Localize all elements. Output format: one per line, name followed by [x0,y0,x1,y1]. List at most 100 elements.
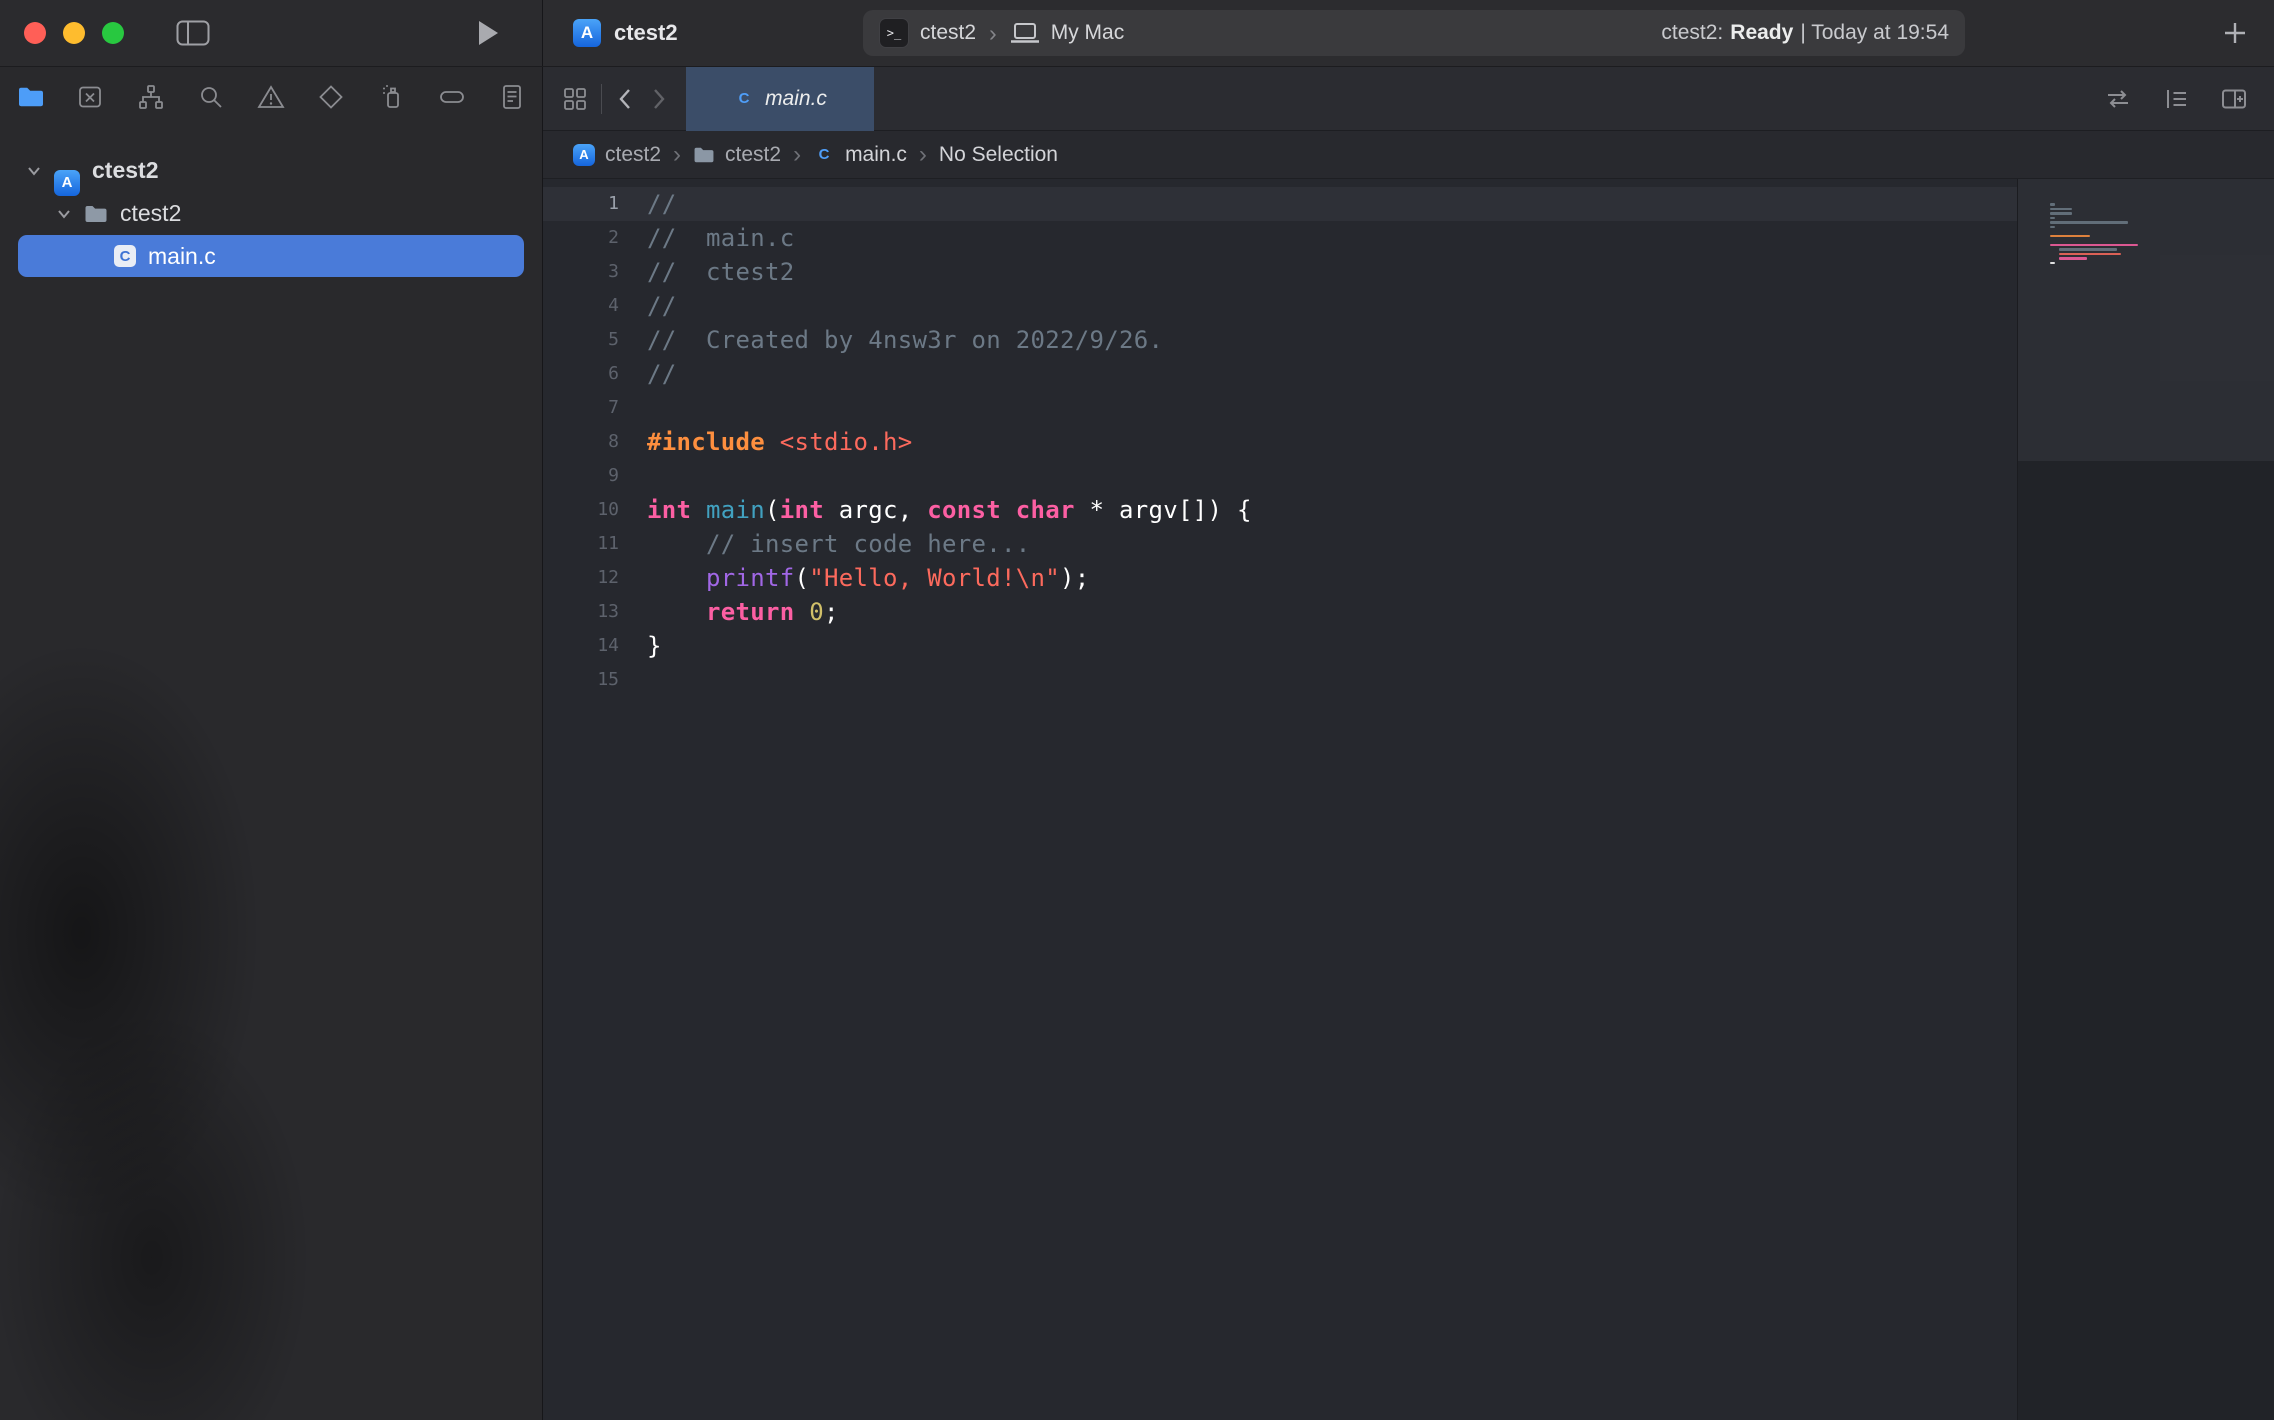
navigator-tab-bar [0,69,542,125]
xcode-project-icon: A [573,19,601,47]
editor-area: 1//2// main.c3// ctest24//5// Created by… [543,179,2274,1420]
breadcrumb-label: ctest2 [725,143,781,167]
source-control-navigator-button[interactable] [73,80,107,114]
close-button[interactable] [24,22,46,44]
disclosure-button[interactable] [26,165,42,177]
code-line[interactable]: 2// main.c [543,221,2017,255]
status-time: | Today at 19:54 [1800,21,1949,45]
activity-status-bar[interactable]: >_ ctest2 › My Mac ctest2: Ready | Today… [863,10,1965,56]
code-text [619,459,647,493]
breadcrumb-item-selection[interactable]: No Selection [939,143,1058,167]
tree-item-label: ctest2 [120,200,181,227]
line-number[interactable]: 15 [543,663,619,697]
code-line[interactable]: 1// [543,187,2017,221]
editor-options-button[interactable] [2162,85,2190,113]
test-navigator-button[interactable] [314,80,348,114]
tab-main-c[interactable]: C main.c [686,67,874,131]
laptop-icon [1010,22,1040,44]
spray-can-icon [378,83,406,111]
code-line[interactable]: 3// ctest2 [543,255,2017,289]
line-number[interactable]: 12 [543,561,619,595]
code-text: // ctest2 [619,255,795,289]
tree-row-project[interactable]: A ctest2 [0,149,542,192]
line-number[interactable]: 13 [543,595,619,629]
source-editor[interactable]: 1//2// main.c3// ctest24//5// Created by… [543,179,2017,1420]
code-text: // [619,357,677,391]
code-line[interactable]: 9 [543,459,2017,493]
go-forward-button[interactable] [648,86,670,112]
code-line[interactable]: 5// Created by 4nsw3r on 2022/9/26. [543,323,2017,357]
related-items-button[interactable] [561,85,589,113]
code-line[interactable]: 13 return 0; [543,595,2017,629]
code-line[interactable]: 12 printf("Hello, World!\n"); [543,561,2017,595]
code-line[interactable]: 14} [543,629,2017,663]
code-line[interactable]: 6// [543,357,2017,391]
build-status[interactable]: ctest2: Ready | Today at 19:54 [1661,21,1949,45]
breakpoint-navigator-button[interactable] [435,80,469,114]
run-button[interactable] [476,19,500,47]
c-file-icon: C [733,88,755,110]
line-number[interactable]: 1 [543,187,619,221]
debug-navigator-button[interactable] [375,80,409,114]
tree-item-label: ctest2 [92,157,158,184]
code-text: // Created by 4nsw3r on 2022/9/26. [619,323,1163,357]
code-text: } [619,629,662,663]
code-text: // [619,289,677,323]
add-editor-icon [2220,85,2248,113]
xcode-window: A ctest2 >_ ctest2 › My Mac ctest2: Read… [0,0,2274,1420]
code-line[interactable]: 11 // insert code here... [543,527,2017,561]
code-text [619,391,647,425]
code-line[interactable]: 15 [543,663,2017,697]
line-number[interactable]: 10 [543,493,619,527]
line-number[interactable]: 8 [543,425,619,459]
add-editor-button[interactable] [2220,85,2248,113]
scheme-selector[interactable]: >_ ctest2 › My Mac [879,18,1124,48]
breadcrumb-item-group[interactable]: ctest2 [693,143,781,167]
line-number[interactable]: 6 [543,357,619,391]
go-back-button[interactable] [614,86,636,112]
status-prefix: ctest2: [1661,21,1723,45]
symbol-navigator-button[interactable] [134,80,168,114]
tree-item-label: main.c [148,243,216,270]
scheme-terminal-icon: >_ [879,18,909,48]
plus-icon [2222,20,2248,46]
line-number[interactable]: 9 [543,459,619,493]
tree-row-file-selected[interactable]: C main.c [18,235,524,277]
code-line[interactable]: 8#include <stdio.h> [543,425,2017,459]
line-number[interactable]: 5 [543,323,619,357]
line-number[interactable]: 7 [543,391,619,425]
line-number[interactable]: 3 [543,255,619,289]
disclosure-button[interactable] [56,208,72,220]
breadcrumb-item-project[interactable]: A ctest2 [573,143,661,167]
library-add-button[interactable] [2222,20,2248,46]
chevron-down-icon [26,165,42,177]
line-number[interactable]: 4 [543,289,619,323]
status-state: Ready [1730,21,1793,45]
diamond-icon [317,83,345,111]
line-number[interactable]: 14 [543,629,619,663]
c-file-icon: C [114,245,136,267]
minimap[interactable] [2017,179,2274,1420]
line-number[interactable]: 11 [543,527,619,561]
minimize-button[interactable] [63,22,85,44]
code-lines: 1//2// main.c3// ctest24//5// Created by… [543,187,2017,697]
find-navigator-button[interactable] [194,80,228,114]
folder-icon [84,204,108,224]
breadcrumb-item-file[interactable]: C main.c [813,143,907,167]
code-line[interactable]: 7 [543,391,2017,425]
code-text: // main.c [619,221,795,255]
breadcrumb: A ctest2 › ctest2 › C main.c › No Sel [543,131,2274,179]
report-navigator-button[interactable] [495,80,529,114]
editor-column: C main.c [543,67,2274,1420]
line-number[interactable]: 2 [543,221,619,255]
code-line[interactable]: 10int main(int argc, const char * argv[]… [543,493,2017,527]
tree-row-group[interactable]: ctest2 [0,192,542,235]
code-review-button[interactable] [2104,85,2132,113]
toggle-sidebar-button[interactable] [176,20,210,46]
editor-tab-bar: C main.c [543,67,2274,131]
code-line[interactable]: 4// [543,289,2017,323]
issue-navigator-button[interactable] [254,80,288,114]
zoom-button[interactable] [102,22,124,44]
chevron-separator: › [793,143,801,167]
project-navigator-button[interactable] [13,80,47,114]
